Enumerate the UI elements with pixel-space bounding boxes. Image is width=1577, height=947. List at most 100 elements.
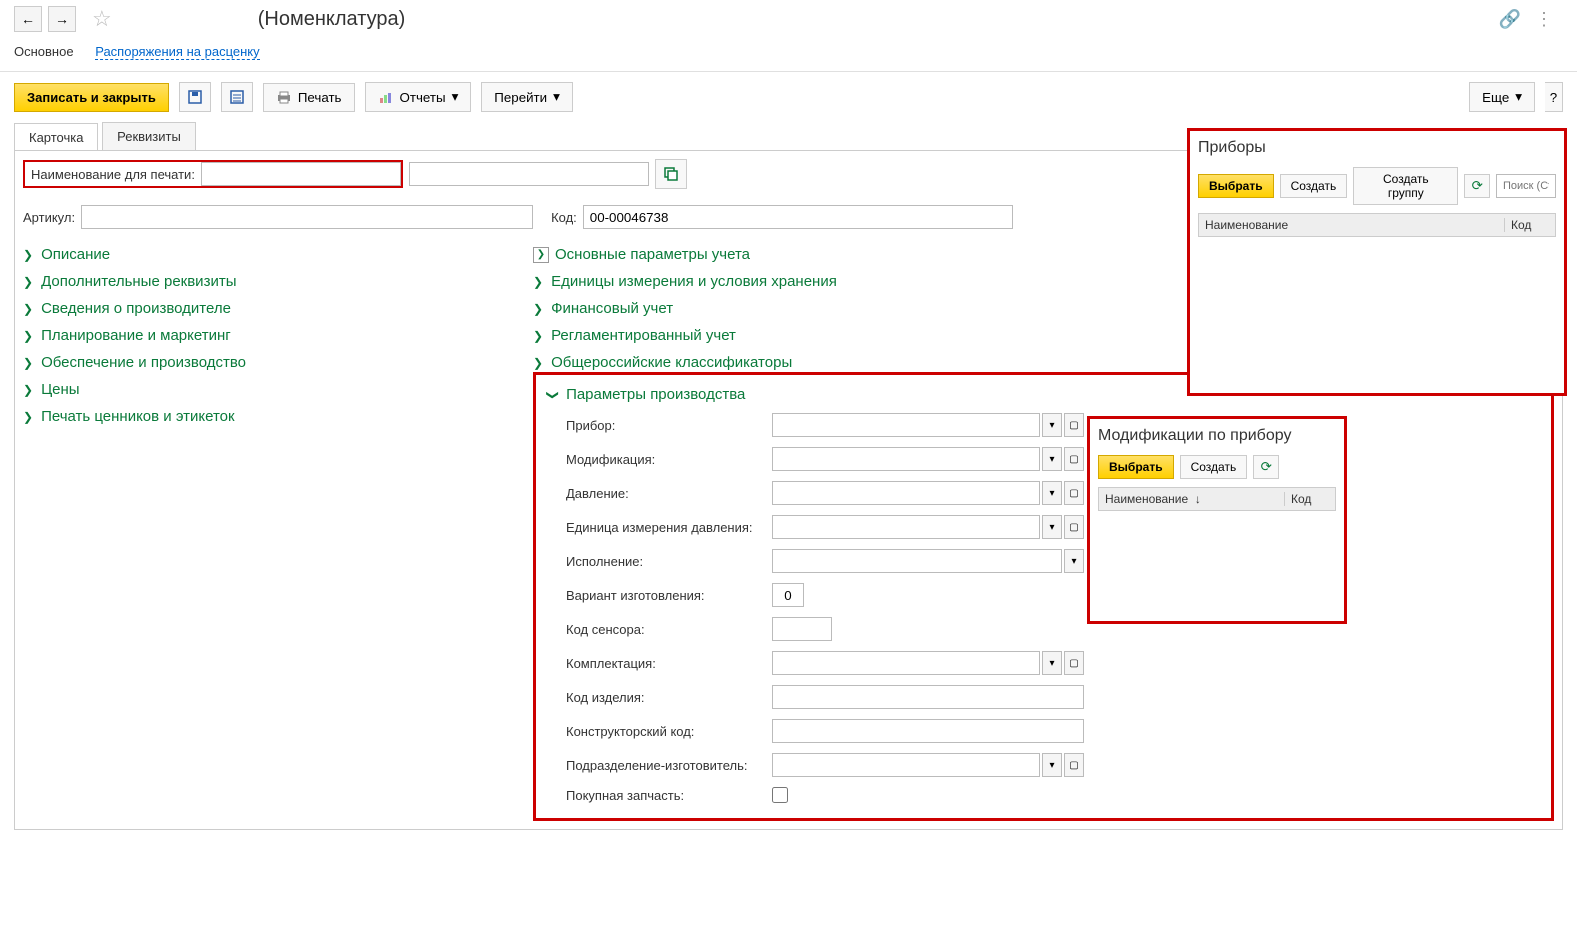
constructor-code-label: Конструкторский код: [566, 724, 772, 739]
goto-button[interactable]: Перейти ▾ [481, 82, 573, 112]
complectation-label: Комплектация: [566, 656, 772, 671]
chevron-right-icon: ❯ [23, 329, 33, 343]
modifications-col-code[interactable]: Код [1285, 492, 1335, 506]
code-label: Код: [551, 210, 577, 225]
sensor-code-input[interactable] [772, 617, 832, 641]
product-code-input[interactable] [772, 685, 1084, 709]
copy-icon-button[interactable] [655, 159, 687, 189]
purchased-part-label: Покупная запчасть: [566, 788, 772, 803]
more-button[interactable]: Еще ▾ [1469, 82, 1535, 112]
page-title: (Номенклатура) [258, 8, 406, 31]
pressure-open-button[interactable]: ▢ [1064, 481, 1084, 505]
nav-back-button[interactable]: ← [14, 6, 42, 32]
nav-main[interactable]: Основное [14, 44, 74, 59]
device-input[interactable] [772, 413, 1040, 437]
modifications-popup: Модификации по прибору Выбрать Создать ⟳… [1087, 416, 1347, 624]
chevron-right-icon: ❯ [23, 383, 33, 397]
pressure-dropdown-button[interactable]: ▾ [1042, 481, 1062, 505]
devices-refresh-button[interactable]: ⟳ [1464, 174, 1490, 198]
modifications-popup-title: Модификации по прибору [1098, 427, 1336, 445]
chart-icon [378, 90, 394, 104]
chevron-right-icon: ❯ [23, 302, 33, 316]
chevron-down-icon: ▾ [452, 89, 459, 105]
favorite-star-icon[interactable]: ☆ [92, 6, 112, 32]
variant-label: Вариант изготовления: [566, 588, 772, 603]
save-close-button[interactable]: Записать и закрыть [14, 83, 169, 112]
manufacturer-dept-dropdown-button[interactable]: ▾ [1042, 753, 1062, 777]
sensor-code-label: Код сенсора: [566, 622, 772, 637]
devices-popup-title: Приборы [1198, 139, 1556, 157]
product-code-label: Код изделия: [566, 690, 772, 705]
print-name-input[interactable] [201, 162, 401, 186]
printer-icon [276, 90, 292, 104]
devices-col-name[interactable]: Наименование [1199, 218, 1505, 232]
section-manufacturer[interactable]: ❯Сведения о производителе [23, 295, 517, 322]
modifications-col-name[interactable]: Наименование ↓ [1099, 492, 1285, 506]
purchased-part-checkbox[interactable] [772, 787, 788, 803]
chevron-down-icon: ▾ [1515, 89, 1522, 105]
reports-button[interactable]: Отчеты ▾ [365, 82, 472, 112]
devices-table-header: Наименование Код [1198, 213, 1556, 237]
constructor-code-input[interactable] [772, 719, 1084, 743]
execution-label: Исполнение: [566, 554, 772, 569]
chevron-boxed-icon: ❯ [533, 247, 549, 263]
nav-forward-button[interactable]: → [48, 6, 76, 32]
device-dropdown-button[interactable]: ▾ [1042, 413, 1062, 437]
kebab-menu-icon[interactable]: ⋮ [1535, 9, 1553, 30]
devices-col-code[interactable]: Код [1505, 218, 1555, 232]
pressure-unit-input[interactable] [772, 515, 1040, 539]
link-icon[interactable]: 🔗 [1499, 9, 1521, 30]
list-icon-button[interactable] [221, 82, 253, 112]
device-label: Прибор: [566, 418, 772, 433]
tab-props[interactable]: Реквизиты [102, 122, 196, 150]
execution-input[interactable] [772, 549, 1062, 573]
variant-input[interactable] [772, 583, 804, 607]
devices-popup: Приборы Выбрать Создать Создать группу ⟳… [1187, 128, 1567, 396]
devices-create-button[interactable]: Создать [1280, 174, 1348, 198]
modifications-refresh-button[interactable]: ⟳ [1253, 455, 1279, 479]
modification-dropdown-button[interactable]: ▾ [1042, 447, 1062, 471]
print-name-label: Наименование для печати: [25, 167, 201, 182]
section-prices[interactable]: ❯Цены [23, 376, 517, 403]
pressure-unit-open-button[interactable]: ▢ [1064, 515, 1084, 539]
devices-create-group-button[interactable]: Создать группу [1353, 167, 1458, 205]
manufacturer-dept-open-button[interactable]: ▢ [1064, 753, 1084, 777]
chevron-right-icon: ❯ [23, 356, 33, 370]
section-description[interactable]: ❯Описание [23, 241, 517, 268]
print-button[interactable]: Печать [263, 83, 355, 112]
device-open-button[interactable]: ▢ [1064, 413, 1084, 437]
manufacturer-dept-input[interactable] [772, 753, 1040, 777]
section-supply[interactable]: ❯Обеспечение и производство [23, 349, 517, 376]
complectation-open-button[interactable]: ▢ [1064, 651, 1084, 675]
article-input[interactable] [81, 205, 533, 229]
chevron-right-icon: ❯ [533, 356, 543, 370]
print-name-ext-input[interactable] [409, 162, 649, 186]
section-extra-props[interactable]: ❯Дополнительные реквизиты [23, 268, 517, 295]
pressure-unit-label: Единица измерения давления: [566, 520, 772, 535]
section-labels[interactable]: ❯Печать ценников и этикеток [23, 403, 517, 430]
execution-dropdown-button[interactable]: ▾ [1064, 549, 1084, 573]
chevron-right-icon: ❯ [533, 275, 543, 289]
devices-search-input[interactable] [1496, 174, 1556, 198]
chevron-right-icon: ❯ [23, 248, 33, 262]
modifications-create-button[interactable]: Создать [1180, 455, 1248, 479]
chevron-right-icon: ❯ [533, 302, 543, 316]
modifications-select-button[interactable]: Выбрать [1098, 455, 1174, 479]
chevron-right-icon: ❯ [23, 410, 33, 424]
chevron-right-icon: ❯ [533, 329, 543, 343]
modification-open-button[interactable]: ▢ [1064, 447, 1084, 471]
modification-input[interactable] [772, 447, 1040, 471]
devices-select-button[interactable]: Выбрать [1198, 174, 1274, 198]
nav-pricing-orders[interactable]: Распоряжения на расценку [95, 44, 259, 60]
chevron-down-icon: ❯ [546, 389, 560, 399]
help-button[interactable]: ? [1545, 82, 1563, 112]
complectation-input[interactable] [772, 651, 1040, 675]
pressure-input[interactable] [772, 481, 1040, 505]
tab-card[interactable]: Карточка [14, 123, 98, 151]
code-input[interactable] [583, 205, 1013, 229]
pressure-unit-dropdown-button[interactable]: ▾ [1042, 515, 1062, 539]
sort-arrow-icon: ↓ [1195, 492, 1201, 506]
section-planning[interactable]: ❯Планирование и маркетинг [23, 322, 517, 349]
save-icon-button[interactable] [179, 82, 211, 112]
complectation-dropdown-button[interactable]: ▾ [1042, 651, 1062, 675]
